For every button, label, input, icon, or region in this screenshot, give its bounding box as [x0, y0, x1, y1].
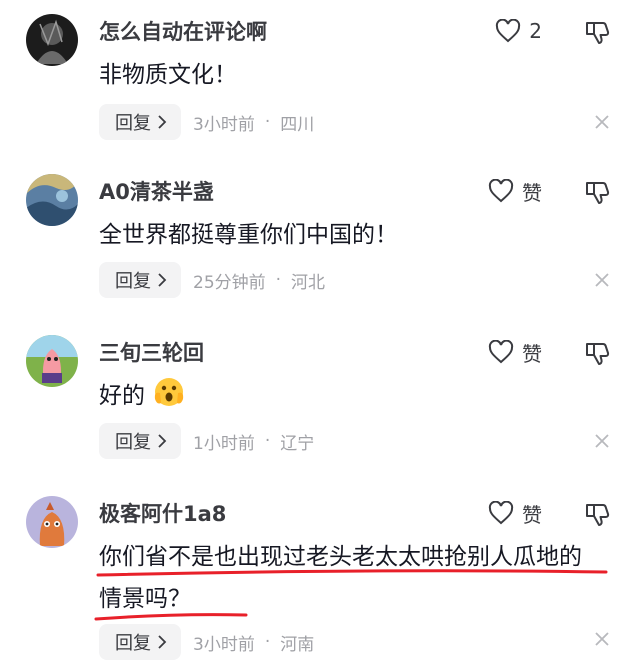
- username[interactable]: 怎么自动在评论啊: [99, 16, 267, 46]
- thumbs-down-icon: [586, 22, 610, 44]
- heart-icon: [496, 19, 521, 43]
- like-count: 2: [529, 19, 542, 43]
- separator-dot: ·: [264, 431, 271, 451]
- comment-meta: 回复 3小时前 · 四川: [99, 104, 314, 140]
- separator-dot: ·: [275, 270, 282, 290]
- like-count: 赞: [522, 180, 542, 205]
- chevron-right-icon: [158, 273, 167, 287]
- reply-button[interactable]: 回复: [99, 624, 181, 660]
- comment-item: 三旬三轮回 赞 好的 回复 1小时前 · 辽宁: [0, 335, 640, 475]
- avatar-image: [26, 174, 78, 226]
- comment-location: 河南: [280, 634, 315, 655]
- comment-item: 极客阿什1a8 赞 你们省不是也出现过老头老太太哄抢别人瓜地的情景吗？ 回复 3…: [0, 496, 640, 660]
- close-icon: [595, 273, 609, 287]
- avatar[interactable]: [26, 14, 78, 66]
- dislike-button[interactable]: [583, 178, 611, 206]
- shocked-face-emoji: [152, 375, 186, 409]
- comment-meta: 回复 1小时前 · 辽宁: [99, 423, 314, 459]
- reply-label: 回复: [115, 432, 151, 453]
- close-icon: [595, 434, 609, 448]
- reply-button[interactable]: 回复: [99, 423, 181, 459]
- heart-icon: [488, 179, 514, 203]
- like-count: 赞: [522, 341, 542, 366]
- comment-text-value: 好的: [99, 383, 145, 409]
- comment-time: 1小时前: [193, 433, 255, 454]
- comment-item: A0清茶半盏 赞 全世界都挺尊重你们中国的！ 回复 25分钟前 · 河北: [0, 174, 640, 314]
- like-button[interactable]: 2: [495, 16, 542, 46]
- avatar[interactable]: [26, 335, 78, 387]
- close-button[interactable]: [593, 630, 611, 648]
- thumbs-down-icon: [586, 504, 610, 526]
- close-button[interactable]: [593, 113, 611, 131]
- like-button[interactable]: 赞: [488, 337, 542, 367]
- comment-time: 3小时前: [193, 114, 255, 135]
- separator-dot: ·: [264, 112, 271, 132]
- dislike-button[interactable]: [583, 339, 611, 367]
- avatar-image: [26, 496, 78, 548]
- comment-time: 25分钟前: [193, 272, 266, 293]
- avatar[interactable]: [26, 496, 78, 548]
- comment-meta: 回复 25分钟前 · 河北: [99, 262, 325, 298]
- close-button[interactable]: [593, 432, 611, 450]
- comment-time: 3小时前: [193, 634, 255, 655]
- close-icon: [595, 632, 609, 646]
- reply-label: 回复: [115, 113, 151, 134]
- comment-text: 好的: [99, 375, 619, 417]
- close-icon: [595, 115, 609, 129]
- separator-dot: ·: [264, 632, 271, 652]
- heart-icon: [488, 501, 514, 525]
- username[interactable]: 极客阿什1a8: [99, 498, 226, 528]
- chevron-right-icon: [158, 434, 167, 448]
- comment-item: 怎么自动在评论啊 2 非物质文化！ 回复 3小时前 · 四川: [0, 14, 640, 154]
- reply-button[interactable]: 回复: [99, 262, 181, 298]
- comment-location: 四川: [280, 114, 315, 135]
- avatar-image: [26, 335, 78, 387]
- like-count: 赞: [522, 502, 542, 527]
- close-button[interactable]: [593, 271, 611, 289]
- reply-label: 回复: [115, 271, 151, 292]
- chevron-right-icon: [158, 115, 167, 129]
- reply-label: 回复: [115, 633, 151, 654]
- dislike-button[interactable]: [583, 18, 611, 46]
- avatar[interactable]: [26, 174, 78, 226]
- username[interactable]: 三旬三轮回: [99, 337, 204, 367]
- avatar-image: [26, 14, 78, 66]
- comment-location: 辽宁: [280, 433, 315, 454]
- comment-location: 河北: [291, 272, 326, 293]
- comment-text: 你们省不是也出现过老头老太太哄抢别人瓜地的情景吗？: [99, 544, 582, 612]
- comment-text: 非物质文化！: [99, 62, 237, 88]
- thumbs-down-icon: [586, 182, 610, 204]
- like-button[interactable]: 赞: [488, 498, 542, 528]
- comment-text: 全世界都挺尊重你们中国的！: [99, 222, 398, 248]
- comment-meta: 回复 3小时前 · 河南: [99, 624, 314, 660]
- dislike-button[interactable]: [583, 500, 611, 528]
- username[interactable]: A0清茶半盏: [99, 176, 214, 206]
- like-button[interactable]: 赞: [488, 176, 542, 206]
- heart-icon: [488, 340, 514, 364]
- thumbs-down-icon: [586, 343, 610, 365]
- reply-button[interactable]: 回复: [99, 104, 181, 140]
